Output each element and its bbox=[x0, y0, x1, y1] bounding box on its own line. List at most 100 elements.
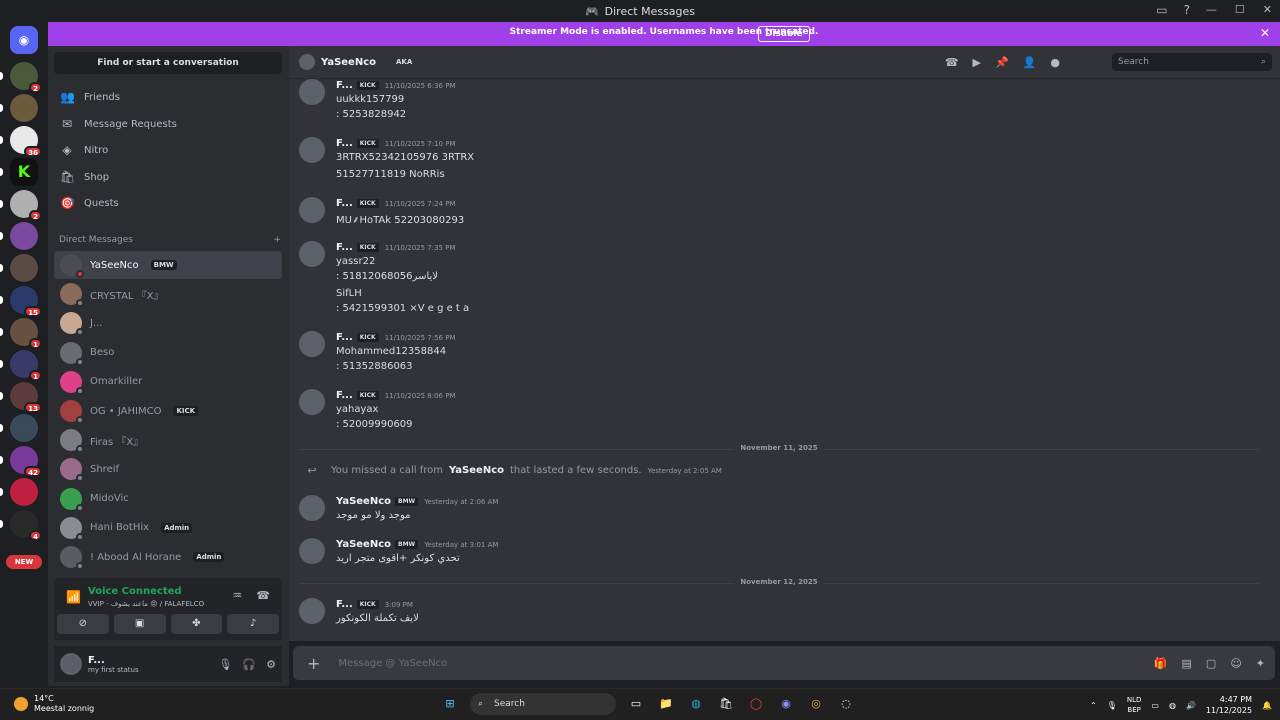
message-author[interactable]: YaSeeNco bbox=[336, 539, 391, 550]
profile-icon[interactable]: ● bbox=[1050, 56, 1060, 69]
store-icon[interactable]: 🛍 bbox=[716, 694, 736, 714]
server-tag[interactable]: KICK bbox=[356, 243, 379, 252]
activities-button[interactable]: ✤ bbox=[170, 614, 223, 634]
header-username[interactable]: YaSeeNco bbox=[321, 57, 376, 68]
server-icon[interactable] bbox=[0, 478, 38, 506]
gif-icon[interactable]: ▤ bbox=[1182, 657, 1192, 670]
dm-item[interactable]: Omarkiller bbox=[54, 368, 282, 396]
avatar[interactable] bbox=[299, 79, 325, 105]
message-input[interactable]: + Message @ YaSeeNco 🎁 ▤ ▢ ☺ ✦ bbox=[293, 646, 1275, 680]
server-icon[interactable] bbox=[0, 414, 38, 442]
dm-item[interactable]: ! Abood Al Horane Admin bbox=[54, 543, 282, 571]
server-icon[interactable]: 1 bbox=[0, 318, 42, 349]
avatar[interactable] bbox=[299, 331, 325, 357]
close-button[interactable]: ✕ bbox=[1263, 3, 1272, 16]
discord-taskbar-icon[interactable]: ◉ bbox=[776, 694, 796, 714]
taskbar-search[interactable]: ⌕ Search bbox=[470, 693, 616, 715]
app-icon[interactable]: ◌ bbox=[836, 694, 856, 714]
add-friend-icon[interactable]: 👤 bbox=[1023, 56, 1037, 69]
file-explorer-icon[interactable]: 📁 bbox=[656, 694, 676, 714]
apps-icon[interactable]: ✦ bbox=[1256, 657, 1265, 670]
camera-off-button[interactable]: ⊘ bbox=[57, 614, 109, 634]
inbox-icon[interactable]: ▭ bbox=[1156, 3, 1167, 17]
server-icon[interactable] bbox=[0, 222, 38, 250]
server-tag[interactable]: KICK bbox=[356, 391, 379, 400]
message-author[interactable]: F... bbox=[336, 390, 353, 401]
call-username[interactable]: YaSeeNco bbox=[449, 465, 504, 476]
noise-suppression-icon[interactable]: ♒ bbox=[232, 589, 242, 602]
edge-icon[interactable]: ◍ bbox=[686, 694, 706, 714]
server-icon[interactable]: 1 bbox=[0, 350, 42, 381]
avatar[interactable] bbox=[299, 197, 325, 223]
dm-item[interactable]: CRYSTAL 『X』 bbox=[54, 280, 282, 308]
minimize-button[interactable]: — bbox=[1206, 3, 1217, 16]
screen-share-button[interactable]: ▣ bbox=[113, 614, 166, 634]
help-icon[interactable]: ? bbox=[1184, 3, 1190, 17]
server-tag[interactable]: KICK bbox=[356, 139, 379, 148]
message-author[interactable]: F... bbox=[336, 332, 353, 343]
message-author[interactable]: F... bbox=[336, 138, 353, 149]
microphone-icon[interactable]: 🎙 bbox=[1107, 701, 1117, 710]
task-view-icon[interactable]: ▭ bbox=[626, 694, 646, 714]
voice-channel[interactable]: VVIP - ماعند يشوف 😡 / FALAFELCO bbox=[88, 600, 204, 608]
dm-item[interactable]: Beso bbox=[54, 339, 282, 367]
find-conversation-button[interactable]: Find or start a conversation bbox=[54, 52, 282, 74]
display-icon[interactable]: ▭ bbox=[1151, 701, 1159, 710]
emoji-icon[interactable]: ☺ bbox=[1230, 657, 1241, 670]
dm-item[interactable]: Hani BotHix Admin bbox=[54, 514, 282, 542]
dm-item[interactable]: OG • JAHIMCO KICK bbox=[54, 397, 282, 425]
server-icon[interactable] bbox=[0, 94, 38, 122]
message-author[interactable]: F... bbox=[336, 599, 353, 610]
close-icon[interactable]: ✕ bbox=[1260, 26, 1270, 40]
server-icon[interactable]: 4 bbox=[0, 510, 42, 541]
server-tag[interactable]: KICK bbox=[356, 333, 379, 342]
avatar[interactable] bbox=[299, 137, 325, 163]
call-icon[interactable]: ☎ bbox=[945, 56, 959, 69]
avatar[interactable] bbox=[299, 495, 325, 521]
avatar[interactable] bbox=[299, 241, 325, 267]
server-icon[interactable]: 2 bbox=[0, 62, 42, 93]
dm-item[interactable]: MidoVic bbox=[54, 485, 282, 513]
headphones-icon[interactable]: 🎧 bbox=[242, 658, 256, 671]
chrome-icon[interactable]: ◎ bbox=[806, 694, 826, 714]
server-icon[interactable]: 36 bbox=[0, 126, 42, 157]
maximize-button[interactable]: ☐ bbox=[1235, 3, 1245, 16]
message-author[interactable]: F... bbox=[336, 80, 353, 91]
server-icon[interactable] bbox=[0, 254, 38, 282]
avatar[interactable] bbox=[299, 389, 325, 415]
user-panel[interactable]: F... my first status 🎙 🎧 ⚙ bbox=[54, 646, 282, 682]
message-author[interactable]: F... bbox=[336, 242, 353, 253]
microphone-icon[interactable]: 🎙 bbox=[218, 658, 232, 671]
search-input[interactable]: Search ⌕ bbox=[1112, 53, 1272, 71]
avatar[interactable] bbox=[299, 538, 325, 564]
server-icon[interactable]: 15 bbox=[0, 286, 42, 317]
message-author[interactable]: F... bbox=[336, 198, 353, 209]
nav-friends[interactable]: 👥 Friends bbox=[54, 85, 282, 109]
notification-icon[interactable]: 🔔 bbox=[1262, 701, 1272, 710]
server-tag[interactable]: KICK bbox=[356, 81, 379, 90]
windows-start-icon[interactable]: ⊞ bbox=[440, 694, 460, 714]
dm-item[interactable]: Firas 『X』 bbox=[54, 426, 282, 454]
pin-icon[interactable]: 📌 bbox=[995, 56, 1009, 69]
server-icon[interactable]: 42 bbox=[0, 446, 42, 477]
avatar[interactable] bbox=[299, 54, 315, 70]
server-icon[interactable]: 13 bbox=[0, 382, 42, 413]
nav-nitro[interactable]: ◈ Nitro bbox=[54, 138, 282, 162]
nav-shop[interactable]: 🛍 Shop bbox=[54, 165, 282, 189]
server-icon[interactable]: K bbox=[0, 158, 38, 186]
video-icon[interactable]: ▶ bbox=[973, 56, 981, 69]
settings-icon[interactable]: ⚙ bbox=[266, 658, 276, 671]
sticker-icon[interactable]: ▢ bbox=[1206, 657, 1216, 670]
add-attachment-icon[interactable]: + bbox=[307, 654, 320, 673]
volume-icon[interactable]: 🔊 bbox=[1186, 701, 1196, 710]
disable-streamer-button[interactable]: Disable bbox=[758, 26, 810, 42]
soundboard-button[interactable]: ♪ bbox=[227, 614, 279, 634]
home-button[interactable]: ◉ bbox=[10, 26, 38, 54]
avatar[interactable] bbox=[299, 598, 325, 624]
dm-item[interactable]: J... bbox=[54, 309, 282, 337]
new-badge[interactable]: NEW bbox=[6, 555, 42, 569]
create-dm-icon[interactable]: + bbox=[273, 235, 281, 245]
avatar[interactable] bbox=[60, 653, 82, 675]
message-author[interactable]: YaSeeNco bbox=[336, 496, 391, 507]
server-tag[interactable]: KICK bbox=[356, 199, 379, 208]
